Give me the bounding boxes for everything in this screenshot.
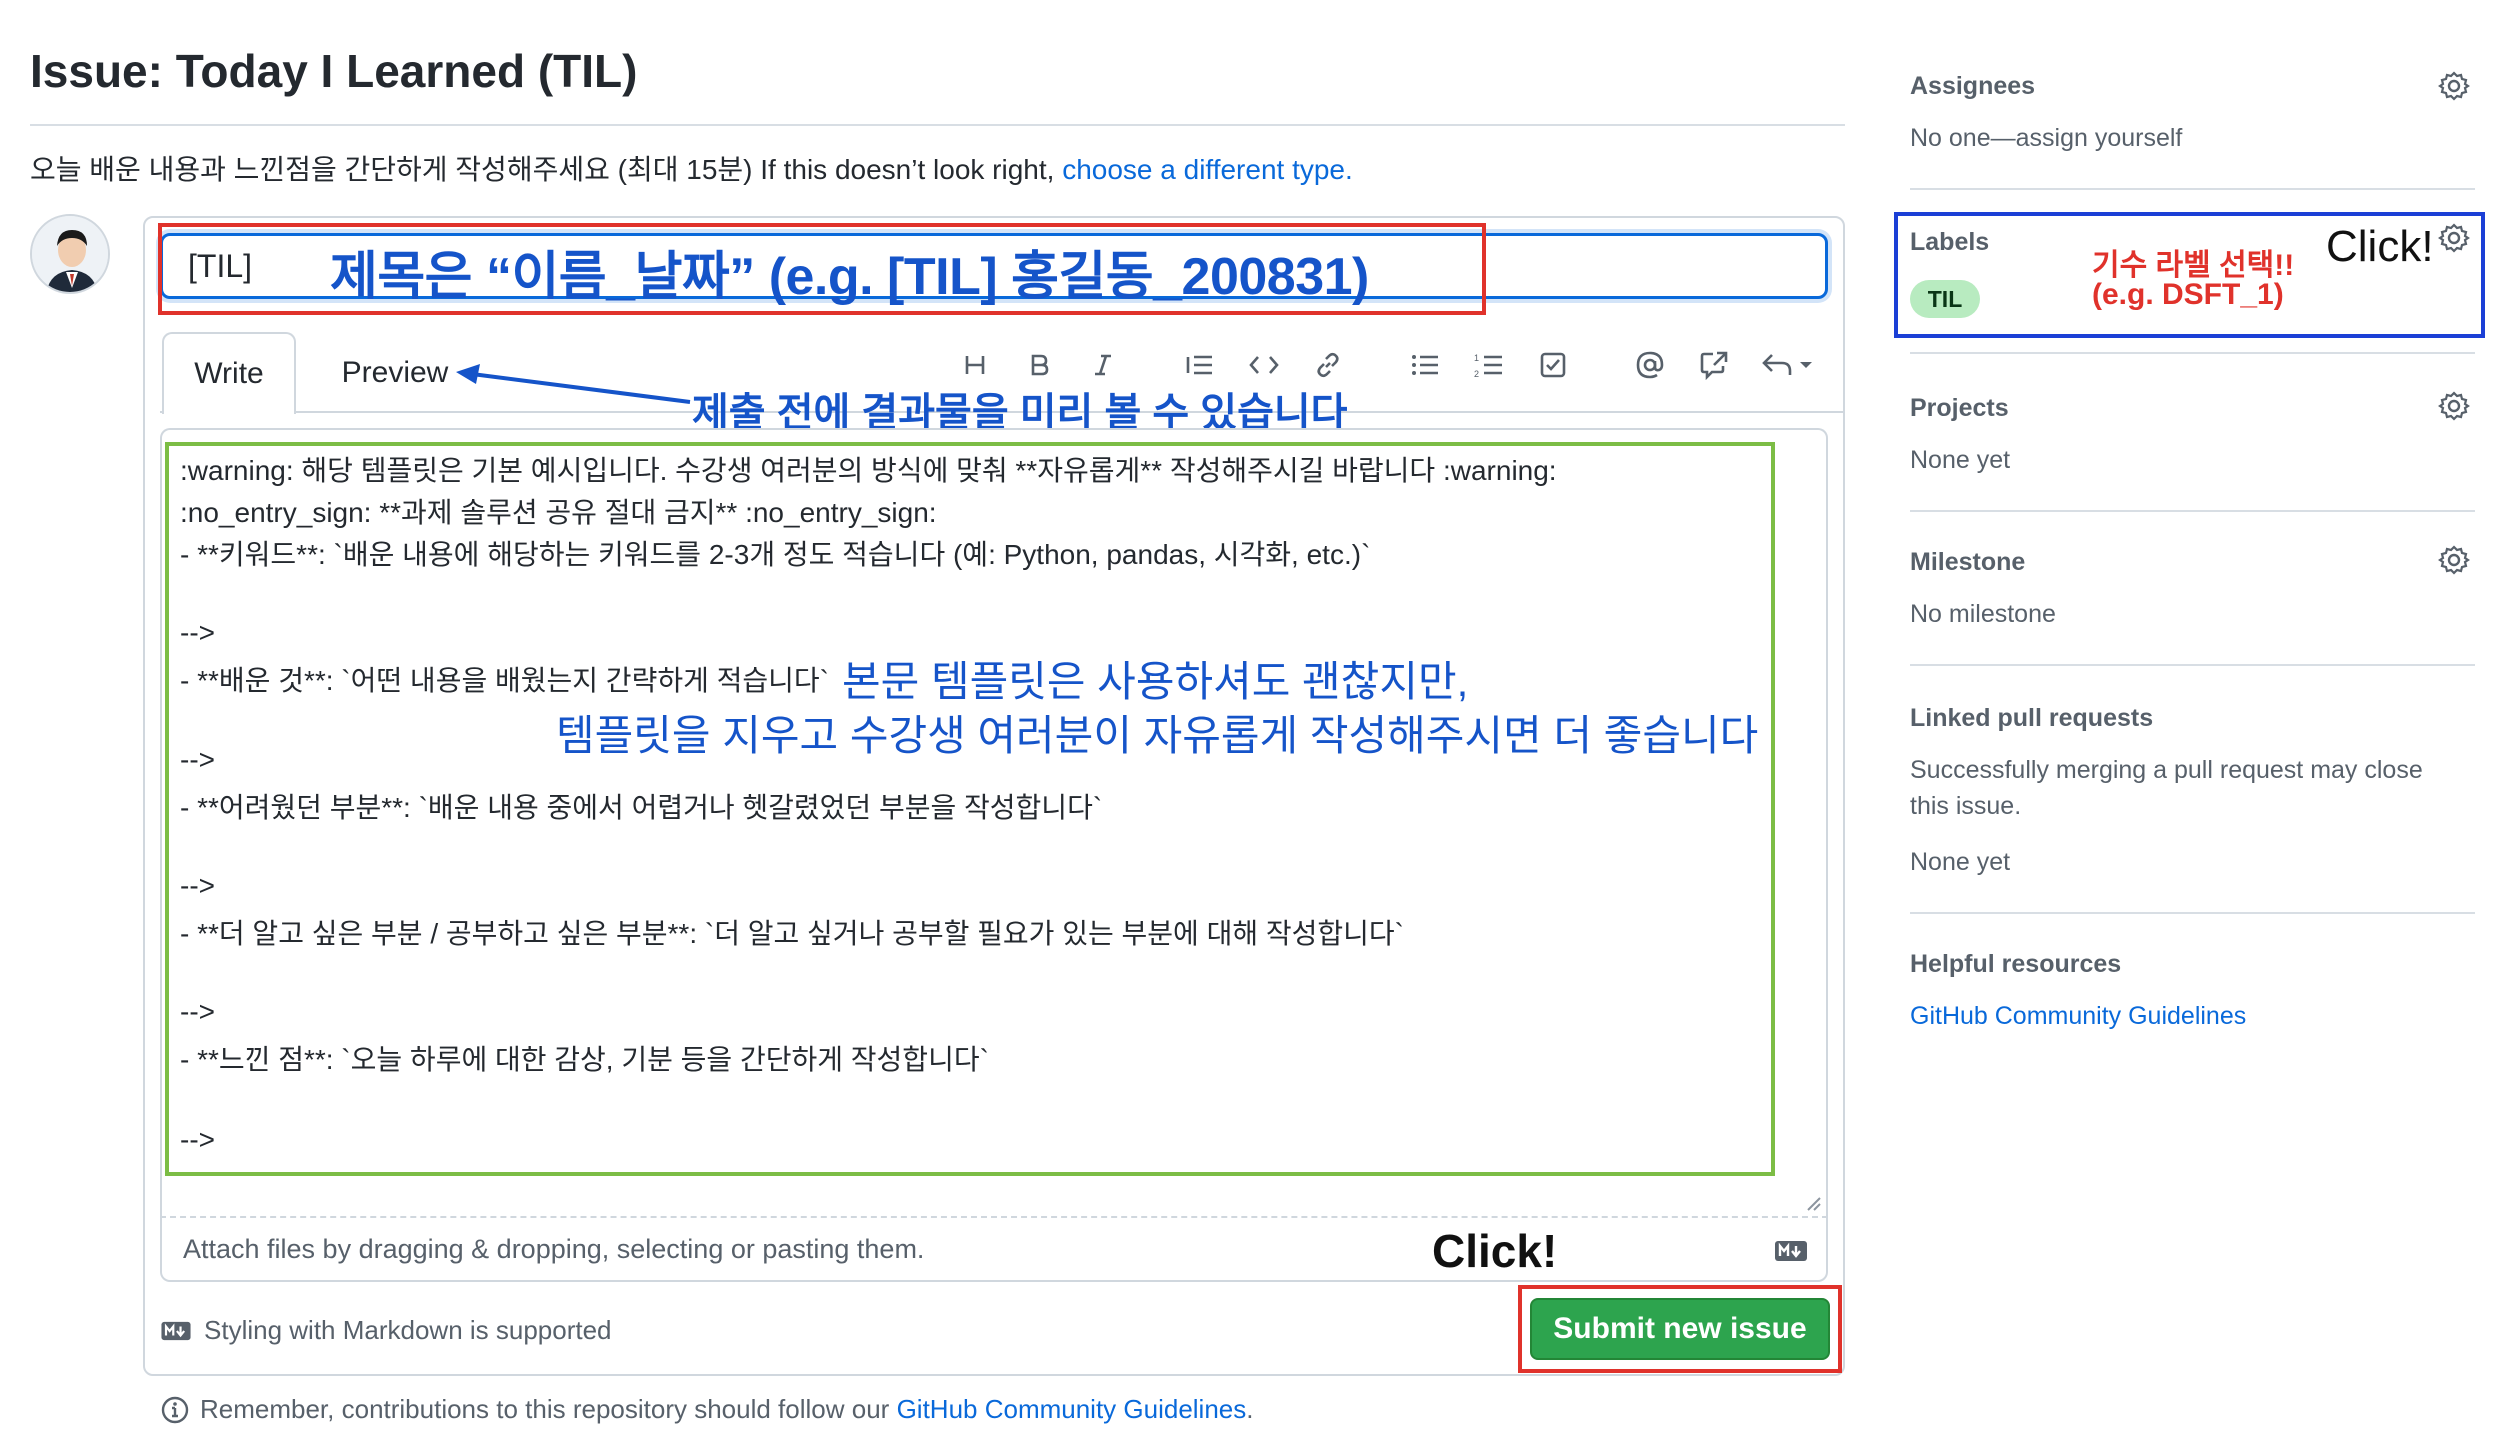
body-line: -->	[180, 996, 215, 1027]
page-title: Issue: Today I Learned (TIL)	[30, 45, 638, 97]
reply-icon[interactable]	[1758, 345, 1818, 385]
sidebar-divider	[1910, 352, 2475, 354]
avatar	[30, 214, 110, 294]
body-line: - **느낀 점**: `오늘 하루에 대한 감상, 기분 등을 간단하게 작성…	[180, 1044, 989, 1075]
description-text: 오늘 배운 내용과 느낀점을 간단하게 작성해주세요 (최대 15분) If t…	[30, 154, 1063, 185]
gear-icon[interactable]	[2438, 222, 2470, 254]
linked-pr-heading: Linked pull requests	[1910, 704, 2154, 732]
preview-arrow	[456, 364, 691, 404]
reminder-text: Remember, contributions to this reposito…	[200, 1394, 897, 1424]
tab-preview[interactable]: Preview	[320, 332, 470, 414]
assignees-heading[interactable]: Assignees	[1910, 72, 2035, 101]
code-icon[interactable]	[1244, 345, 1284, 385]
task-list-icon[interactable]	[1533, 345, 1573, 385]
linked-pr-desc-2: this issue.	[1910, 792, 2022, 820]
issue-type-description: 오늘 배운 내용과 느낀점을 간단하게 작성해주세요 (최대 15분) If t…	[30, 148, 1353, 188]
click-submit-annotation: Click!	[1432, 1225, 1558, 1277]
assignees-value[interactable]: No one—assign yourself	[1910, 124, 2182, 153]
markdown-icon	[161, 1321, 191, 1340]
attach-files-text: Attach files by dragging & dropping, sel…	[183, 1234, 925, 1264]
body-annotation-1: 본문 템플릿은 사용하셔도 괜찮지만,	[842, 658, 1469, 705]
contribution-reminder: Remember, contributions to this reposito…	[160, 1394, 1254, 1425]
heading-icon[interactable]	[955, 345, 995, 385]
title-divider	[30, 124, 1845, 126]
italic-icon[interactable]	[1083, 345, 1123, 385]
linked-pr-desc: Successfully merging a pull request may …	[1910, 756, 2423, 784]
linked-pr-value: None yet	[1910, 848, 2011, 876]
labels-annotation-2: (e.g. DSFT_1)	[2092, 278, 2284, 311]
helpful-guidelines-link[interactable]: GitHub Community Guidelines	[1910, 1002, 2246, 1031]
milestone-value: No milestone	[1910, 600, 2056, 628]
label-badge[interactable]: TIL	[1910, 280, 1980, 318]
body-line: - **키워드**: `배운 내용에 해당하는 키워드를 2-3개 정도 적습니…	[180, 539, 1371, 570]
body-line: -->	[180, 744, 215, 775]
body-line: :warning: 해당 템플릿은 기본 예시입니다. 수강생 여러분의 방식에…	[180, 455, 1557, 486]
projects-value: None yet	[1910, 446, 2011, 474]
resize-handle-icon[interactable]	[1804, 1194, 1822, 1212]
quote-icon[interactable]	[1180, 345, 1220, 385]
body-line: - **배운 것**: `어떤 내용을 배웠는지 간략하게 적습니다`	[180, 665, 829, 696]
click-labels-annotation: Click!	[2326, 222, 2434, 271]
body-line: - **어려웠던 부분**: `배운 내용 중에서 어렵거나 헷갈렸었던 부분을…	[180, 792, 1103, 823]
link-icon[interactable]	[1308, 345, 1348, 385]
body-line: :no_entry_sign: **과제 솔루션 공유 절대 금지** :no_…	[180, 497, 937, 528]
sidebar-divider	[1910, 510, 2475, 512]
markdown-icon	[1775, 1241, 1807, 1261]
helpful-resources-heading: Helpful resources	[1910, 950, 2122, 978]
body-line: -->	[180, 870, 215, 901]
reminder-end: .	[1246, 1394, 1254, 1424]
labels-heading[interactable]: Labels	[1910, 228, 1989, 257]
info-icon	[161, 1396, 189, 1423]
body-line: -->	[180, 617, 215, 648]
gear-icon[interactable]	[2438, 544, 2470, 576]
title-annotation: 제목은 “이름_날짜” (e.g. [TIL] 홍길동_200831)	[330, 248, 1369, 306]
svg-text:2: 2	[1474, 369, 1479, 379]
markdown-support-text: Styling with Markdown is supported	[204, 1315, 612, 1345]
milestone-heading[interactable]: Milestone	[1910, 548, 2025, 577]
community-guidelines-link[interactable]: GitHub Community Guidelines	[897, 1394, 1247, 1424]
svg-text:1: 1	[1474, 353, 1479, 363]
gear-icon[interactable]	[2438, 390, 2470, 422]
unordered-list-icon[interactable]	[1405, 345, 1445, 385]
submit-new-issue-button[interactable]: Submit new issue	[1530, 1298, 1830, 1360]
body-annotation-2: 템플릿을 지우고 수강생 여러분이 자유롭게 작성해주시면 더 좋습니다	[556, 712, 1759, 759]
cross-reference-icon[interactable]	[1694, 345, 1734, 385]
sidebar-divider	[1910, 188, 2475, 190]
choose-type-link[interactable]: choose a different type.	[1062, 154, 1353, 185]
sidebar-divider	[1910, 664, 2475, 666]
sidebar-divider	[1910, 912, 2475, 914]
body-line: - **더 알고 싶은 부분 / 공부하고 싶은 부분**: `더 알고 싶거나…	[180, 918, 1405, 949]
gear-icon[interactable]	[2438, 70, 2470, 102]
ordered-list-icon[interactable]: 12	[1469, 345, 1509, 385]
mention-icon[interactable]	[1630, 345, 1670, 385]
bold-icon[interactable]	[1019, 345, 1059, 385]
markdown-support-note: Styling with Markdown is supported	[160, 1315, 612, 1346]
body-line: -->	[180, 1124, 215, 1155]
projects-heading[interactable]: Projects	[1910, 394, 2009, 423]
tab-write[interactable]: Write	[162, 332, 296, 414]
